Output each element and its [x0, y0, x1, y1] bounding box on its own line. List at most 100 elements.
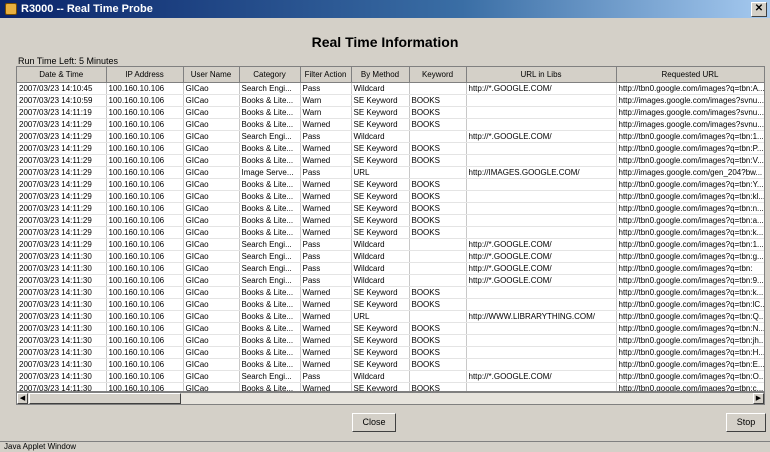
cell-date-time: 2007/03/23 14:11:30: [17, 370, 107, 383]
cell-filter-action: Pass: [300, 262, 352, 275]
cell-keyword: [409, 274, 467, 287]
cell-requested-url: http://tbn0.google.com/images?q=tbn:H...: [616, 346, 764, 359]
table-row[interactable]: 2007/03/23 14:11:30 100.160.10.106 GICao Bo…: [17, 310, 764, 323]
window-close-button[interactable]: ✕: [751, 2, 767, 17]
cell-by-method: SE Keyword: [351, 202, 410, 215]
cell-requested-url: http://tbn0.google.com/images?q=tbn:k...: [616, 286, 764, 299]
column-header-category[interactable]: Category: [239, 67, 301, 83]
cell-keyword: BOOKS: [409, 286, 467, 299]
cell-filter-action: Pass: [300, 130, 352, 143]
cell-ip-address: 100.160.10.106: [106, 106, 184, 119]
table-row[interactable]: 2007/03/23 14:11:29 100.160.10.106 GICao Im…: [17, 166, 764, 179]
cell-category: Books & Lite...: [239, 118, 301, 131]
cell-url-in-libs: [466, 322, 617, 335]
scroll-right-button[interactable]: ▶: [753, 393, 764, 404]
cell-keyword: BOOKS: [409, 214, 467, 227]
table-row[interactable]: 2007/03/23 14:11:30 100.160.10.106 GICao Se…: [17, 370, 764, 383]
cell-requested-url: http://tbn0.google.com/images?q=tbn:c...: [616, 382, 764, 391]
cell-keyword: BOOKS: [409, 334, 467, 347]
cell-url-in-libs: [466, 106, 617, 119]
table-row[interactable]: 2007/03/23 14:10:59 100.160.10.106 GICao Bo…: [17, 94, 764, 107]
title-bar: R3000 -- Real Time Probe ✕: [0, 0, 770, 18]
cell-url-in-libs: http://*.GOOGLE.COM/: [466, 130, 617, 143]
cell-filter-action: Pass: [300, 166, 352, 179]
horizontal-scrollbar[interactable]: ◀ ▶: [16, 392, 765, 405]
cell-user-name: GICao: [183, 142, 240, 155]
cell-requested-url: http://tbn0.google.com/images?q=tbn:kl..…: [616, 190, 764, 203]
cell-user-name: GICao: [183, 322, 240, 335]
table-row[interactable]: 2007/03/23 14:11:30 100.160.10.106 GICao Se…: [17, 250, 764, 263]
cell-requested-url: http://images.google.com/images?svnu...: [616, 106, 764, 119]
table-row[interactable]: 2007/03/23 14:11:30 100.160.10.106 GICao Bo…: [17, 346, 764, 359]
cell-date-time: 2007/03/23 14:11:29: [17, 178, 107, 191]
cell-filter-action: Warned: [300, 154, 352, 167]
cell-filter-action: Pass: [300, 370, 352, 383]
column-header-keyword[interactable]: Keyword: [409, 67, 467, 83]
cell-user-name: GICao: [183, 214, 240, 227]
cell-date-time: 2007/03/23 14:11:29: [17, 118, 107, 131]
column-header-by-method[interactable]: By Method: [351, 67, 410, 83]
table-row[interactable]: 2007/03/23 14:11:30 100.160.10.106 GICao Se…: [17, 274, 764, 287]
table-row[interactable]: 2007/03/23 14:11:29 100.160.10.106 GICao Bo…: [17, 226, 764, 239]
table-row[interactable]: 2007/03/23 14:11:29 100.160.10.106 GICao Bo…: [17, 154, 764, 167]
scrollbar-thumb[interactable]: [29, 393, 181, 404]
table-row[interactable]: 2007/03/23 14:11:29 100.160.10.106 GICao Bo…: [17, 190, 764, 203]
cell-filter-action: Warned: [300, 214, 352, 227]
table-row[interactable]: 2007/03/23 14:11:29 100.160.10.106 GICao Bo…: [17, 178, 764, 191]
cell-user-name: GICao: [183, 178, 240, 191]
table-body: 2007/03/23 14:10:45 100.160.10.106 GICao Se…: [17, 82, 764, 391]
table-row[interactable]: 2007/03/23 14:11:30 100.160.10.106 GICao Bo…: [17, 322, 764, 335]
stop-button[interactable]: Stop: [726, 413, 766, 432]
table-row[interactable]: 2007/03/23 14:11:29 100.160.10.106 GICao Bo…: [17, 142, 764, 155]
cell-by-method: SE Keyword: [351, 298, 410, 311]
cell-user-name: GICao: [183, 82, 240, 95]
table-row[interactable]: 2007/03/23 14:11:30 100.160.10.106 GICao Bo…: [17, 358, 764, 371]
cell-url-in-libs: http://*.GOOGLE.COM/: [466, 262, 617, 275]
cell-requested-url: http://images.google.com/images?svnu...: [616, 94, 764, 107]
cell-by-method: SE Keyword: [351, 94, 410, 107]
cell-keyword: [409, 310, 467, 323]
table-row[interactable]: 2007/03/23 14:11:30 100.160.10.106 GICao Bo…: [17, 286, 764, 299]
cell-ip-address: 100.160.10.106: [106, 238, 184, 251]
cell-url-in-libs: http://IMAGES.GOOGLE.COM/: [466, 166, 617, 179]
table-row[interactable]: 2007/03/23 14:11:29 100.160.10.106 GICao Bo…: [17, 202, 764, 215]
cell-keyword: BOOKS: [409, 358, 467, 371]
table-row[interactable]: 2007/03/23 14:11:30 100.160.10.106 GICao Bo…: [17, 334, 764, 347]
cell-keyword: BOOKS: [409, 142, 467, 155]
cell-keyword: BOOKS: [409, 94, 467, 107]
cell-date-time: 2007/03/23 14:11:29: [17, 238, 107, 251]
cell-by-method: SE Keyword: [351, 190, 410, 203]
table-row[interactable]: 2007/03/23 14:11:29 100.160.10.106 GICao Bo…: [17, 214, 764, 227]
cell-filter-action: Warned: [300, 178, 352, 191]
table-row[interactable]: 2007/03/23 14:11:30 100.160.10.106 GICao Se…: [17, 262, 764, 275]
cell-filter-action: Pass: [300, 82, 352, 95]
scroll-left-button[interactable]: ◀: [17, 393, 28, 404]
table-row[interactable]: 2007/03/23 14:11:30 100.160.10.106 GICao Bo…: [17, 298, 764, 311]
column-header-filter-action[interactable]: Filter Action: [300, 67, 352, 83]
column-header-url-in-libs[interactable]: URL in Libs: [466, 67, 617, 83]
column-header-ip-address[interactable]: IP Address: [106, 67, 184, 83]
cell-by-method: SE Keyword: [351, 358, 410, 371]
cell-by-method: Wildcard: [351, 262, 410, 275]
cell-requested-url: http://tbn0.google.com/images?q=tbn:E...: [616, 358, 764, 371]
table-row[interactable]: 2007/03/23 14:11:29 100.160.10.106 GICao Se…: [17, 130, 764, 143]
close-button[interactable]: Close: [352, 413, 396, 432]
table-row[interactable]: 2007/03/23 14:11:19 100.160.10.106 GICao Bo…: [17, 106, 764, 119]
table-row[interactable]: 2007/03/23 14:11:29 100.160.10.106 GICao Se…: [17, 238, 764, 251]
cell-by-method: Wildcard: [351, 82, 410, 95]
cell-ip-address: 100.160.10.106: [106, 178, 184, 191]
column-header-user-name[interactable]: User Name: [183, 67, 240, 83]
table-row[interactable]: 2007/03/23 14:10:45 100.160.10.106 GICao Se…: [17, 82, 764, 95]
cell-requested-url: http://tbn0.google.com/images?q=tbn:Y...: [616, 178, 764, 191]
cell-ip-address: 100.160.10.106: [106, 118, 184, 131]
cell-category: Search Engi...: [239, 130, 301, 143]
column-header-requested-url[interactable]: Requested URL: [616, 67, 764, 83]
cell-filter-action: Warned: [300, 334, 352, 347]
cell-category: Books & Lite...: [239, 154, 301, 167]
app-icon: [5, 3, 17, 15]
cell-filter-action: Warned: [300, 142, 352, 155]
table-row[interactable]: 2007/03/23 14:11:30 100.160.10.106 GICao Bo…: [17, 382, 764, 391]
results-table: Date & Time IP Address User Name Category Fi…: [17, 67, 764, 391]
column-header-date-time[interactable]: Date & Time: [17, 67, 107, 83]
table-row[interactable]: 2007/03/23 14:11:29 100.160.10.106 GICao Bo…: [17, 118, 764, 131]
